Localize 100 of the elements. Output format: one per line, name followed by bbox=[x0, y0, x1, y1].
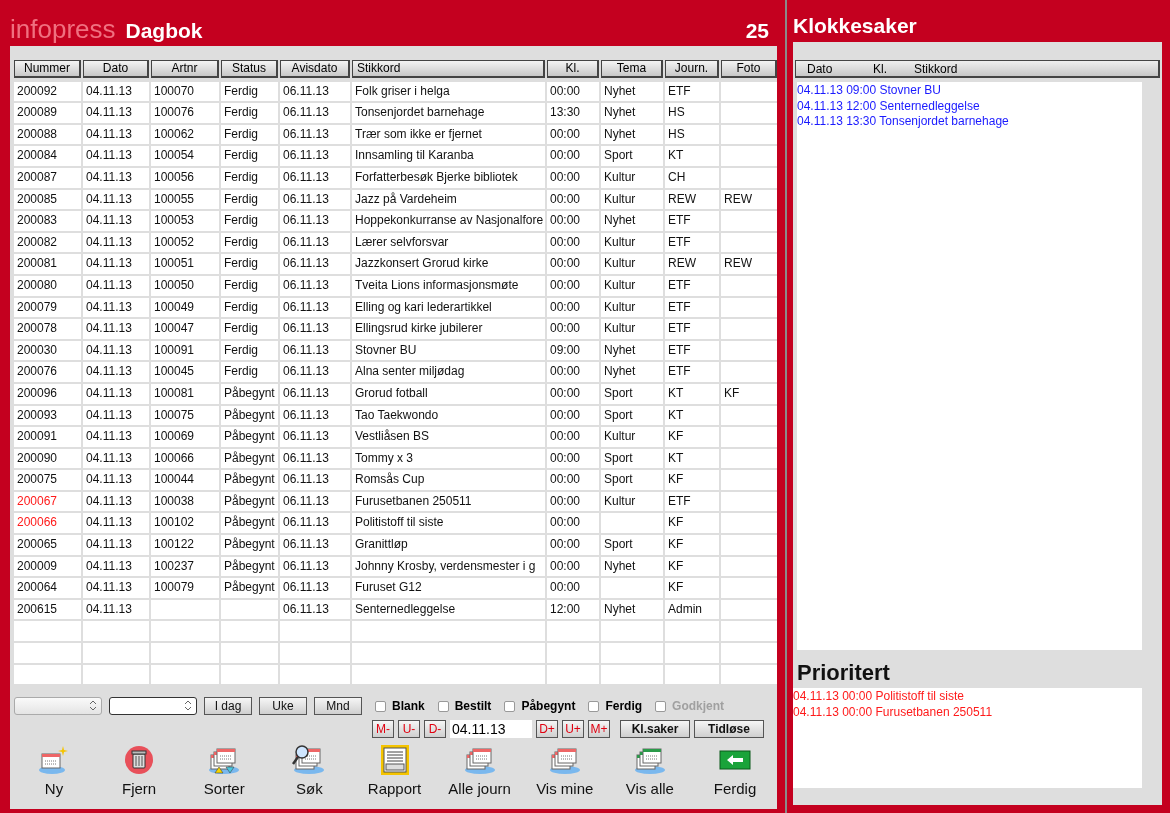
table-cell: 06.11.13 bbox=[280, 146, 350, 166]
step-forward-button[interactable]: M+ bbox=[588, 720, 610, 739]
table-cell: Nyhet bbox=[601, 124, 663, 145]
checkbox[interactable] bbox=[375, 700, 386, 712]
column-header[interactable]: Artnr bbox=[151, 60, 219, 78]
view-button[interactable]: Tidløse bbox=[694, 720, 764, 739]
table-cell: 12:00 bbox=[547, 599, 599, 620]
checkbox-label: Ferdig bbox=[605, 699, 643, 714]
step-forward-button[interactable]: U+ bbox=[562, 720, 584, 739]
table-cell: Alna senter miljødag bbox=[352, 362, 545, 382]
column-header[interactable]: Avisdato bbox=[280, 60, 350, 78]
toolbar-button[interactable]: Ny bbox=[20, 743, 88, 798]
table-cell bbox=[721, 124, 777, 145]
table-cell: 04.11.13 bbox=[83, 319, 149, 339]
table-cell: Granittløp bbox=[352, 535, 545, 555]
table-cell: 04.11.13 bbox=[83, 297, 149, 318]
table-cell: Trær som ikke er fjernet bbox=[352, 124, 545, 145]
toolbar-button[interactable]: Ferdig bbox=[701, 743, 769, 798]
column-header[interactable]: Kl. bbox=[547, 60, 599, 78]
table-cell bbox=[601, 578, 663, 598]
table-cell: Ferdig bbox=[221, 232, 278, 253]
table-cell: ETF bbox=[665, 211, 719, 231]
checkbox[interactable] bbox=[504, 700, 516, 712]
dropdown[interactable] bbox=[109, 697, 197, 716]
column-label: Kl. bbox=[873, 61, 888, 76]
table-cell: Ferdig bbox=[221, 103, 278, 123]
list-header[interactable]: Dato Kl. Stikkord bbox=[795, 60, 1160, 78]
checkbox[interactable] bbox=[588, 700, 600, 712]
toolbar-button[interactable]: Vis mine bbox=[530, 743, 599, 798]
column-header[interactable]: Tema bbox=[601, 60, 663, 78]
table-cell: ETF bbox=[665, 297, 719, 318]
table-cell: Påbegynt bbox=[221, 578, 278, 598]
table-cell: Jazz på Vardeheim bbox=[352, 189, 545, 210]
toolbar-button[interactable]: Rapport bbox=[360, 743, 429, 798]
list-item[interactable]: 04.11.13 09:00 Stovner BU bbox=[797, 83, 1142, 99]
table-cell: Ferdig bbox=[221, 167, 278, 188]
empty-cell bbox=[151, 643, 219, 663]
updown-arrows-icon bbox=[90, 700, 96, 712]
step-forward-button[interactable]: D+ bbox=[536, 720, 558, 739]
table-cell: 200093 bbox=[14, 405, 81, 426]
table-cell: 200078 bbox=[14, 319, 81, 339]
checkbox-label: Blank bbox=[392, 699, 425, 714]
table-cell bbox=[721, 275, 777, 296]
table-cell: 200079 bbox=[14, 297, 81, 318]
table-cell: 06.11.13 bbox=[280, 211, 350, 231]
table-cell: ETF bbox=[665, 491, 719, 512]
table-cell: 00:00 bbox=[547, 297, 599, 318]
period-button[interactable]: Uke bbox=[259, 697, 307, 716]
column-header[interactable]: Foto bbox=[721, 60, 777, 78]
table-cell: 00:00 bbox=[547, 513, 599, 534]
step-back-button[interactable]: M- bbox=[372, 720, 394, 739]
table-cell: 00:00 bbox=[547, 254, 599, 274]
list-item[interactable]: 04.11.13 00:00 Politistoff til siste bbox=[793, 689, 1142, 705]
table-cell: Forfatterbesøk Bjerke bibliotek bbox=[352, 167, 545, 188]
toolbar-button[interactable]: Fjern bbox=[105, 743, 174, 798]
table-cell: Kultur bbox=[601, 167, 663, 188]
list-item[interactable]: 04.11.13 13:30 Tonsenjordet barnehage bbox=[797, 114, 1142, 130]
column-header[interactable]: Status bbox=[221, 60, 278, 78]
toolbar-button[interactable]: Søk bbox=[275, 743, 344, 798]
period-button[interactable]: Mnd bbox=[314, 697, 362, 716]
checkbox[interactable] bbox=[437, 700, 449, 712]
step-back-button[interactable]: D- bbox=[424, 720, 446, 739]
period-button[interactable]: I dag bbox=[204, 697, 252, 716]
table-cell: 00:00 bbox=[547, 81, 599, 102]
column-header[interactable]: Journ. bbox=[665, 60, 719, 78]
toolbar-button[interactable]: Sorter bbox=[190, 743, 259, 798]
toolbar-button[interactable]: Vis alle bbox=[615, 743, 684, 798]
table-cell: 200087 bbox=[14, 167, 81, 188]
table-cell: 200064 bbox=[14, 578, 81, 598]
table-cell: 06.11.13 bbox=[280, 578, 350, 598]
table-cell: Ferdig bbox=[221, 319, 278, 339]
empty-cell bbox=[280, 664, 350, 685]
table-cell: 04.11.13 bbox=[83, 599, 149, 620]
column-header[interactable]: Stikkord bbox=[352, 60, 545, 78]
table-cell: 00:00 bbox=[547, 362, 599, 382]
date-field[interactable]: 04.11.13 bbox=[450, 720, 532, 739]
view-button[interactable]: Kl.saker bbox=[620, 720, 690, 739]
step-back-button[interactable]: U- bbox=[398, 720, 420, 739]
table-cell bbox=[721, 513, 777, 534]
table-cell: Furusetbanen 250511 bbox=[352, 491, 545, 512]
table-cell: KT bbox=[665, 383, 719, 404]
list-item[interactable]: 04.11.13 12:00 Senternedleggelse bbox=[797, 98, 1142, 114]
table-cell: Kultur bbox=[601, 232, 663, 253]
list-item[interactable]: 04.11.13 00:00 Furusetbanen 250511 bbox=[793, 704, 1142, 720]
table-cell: KF bbox=[665, 556, 719, 577]
table-cell: Påbegynt bbox=[221, 448, 278, 469]
table-cell: ETF bbox=[665, 232, 719, 253]
table-cell: 06.11.13 bbox=[280, 491, 350, 512]
empty-cell bbox=[14, 664, 81, 685]
table-cell: 04.11.13 bbox=[83, 427, 149, 447]
toolbar-button[interactable]: Alle journ bbox=[445, 743, 514, 798]
checkbox-label: Påbegynt bbox=[521, 699, 576, 714]
empty-cell bbox=[721, 621, 777, 642]
column-header[interactable]: Nummer bbox=[14, 60, 81, 78]
table-cell: 00:00 bbox=[547, 405, 599, 426]
table-cell: 200030 bbox=[14, 340, 81, 361]
empty-cell bbox=[665, 643, 719, 663]
column-header[interactable]: Dato bbox=[83, 60, 149, 78]
table-cell: Jazzkonsert Grorud kirke bbox=[352, 254, 545, 274]
table-cell: 100070 bbox=[151, 81, 219, 102]
